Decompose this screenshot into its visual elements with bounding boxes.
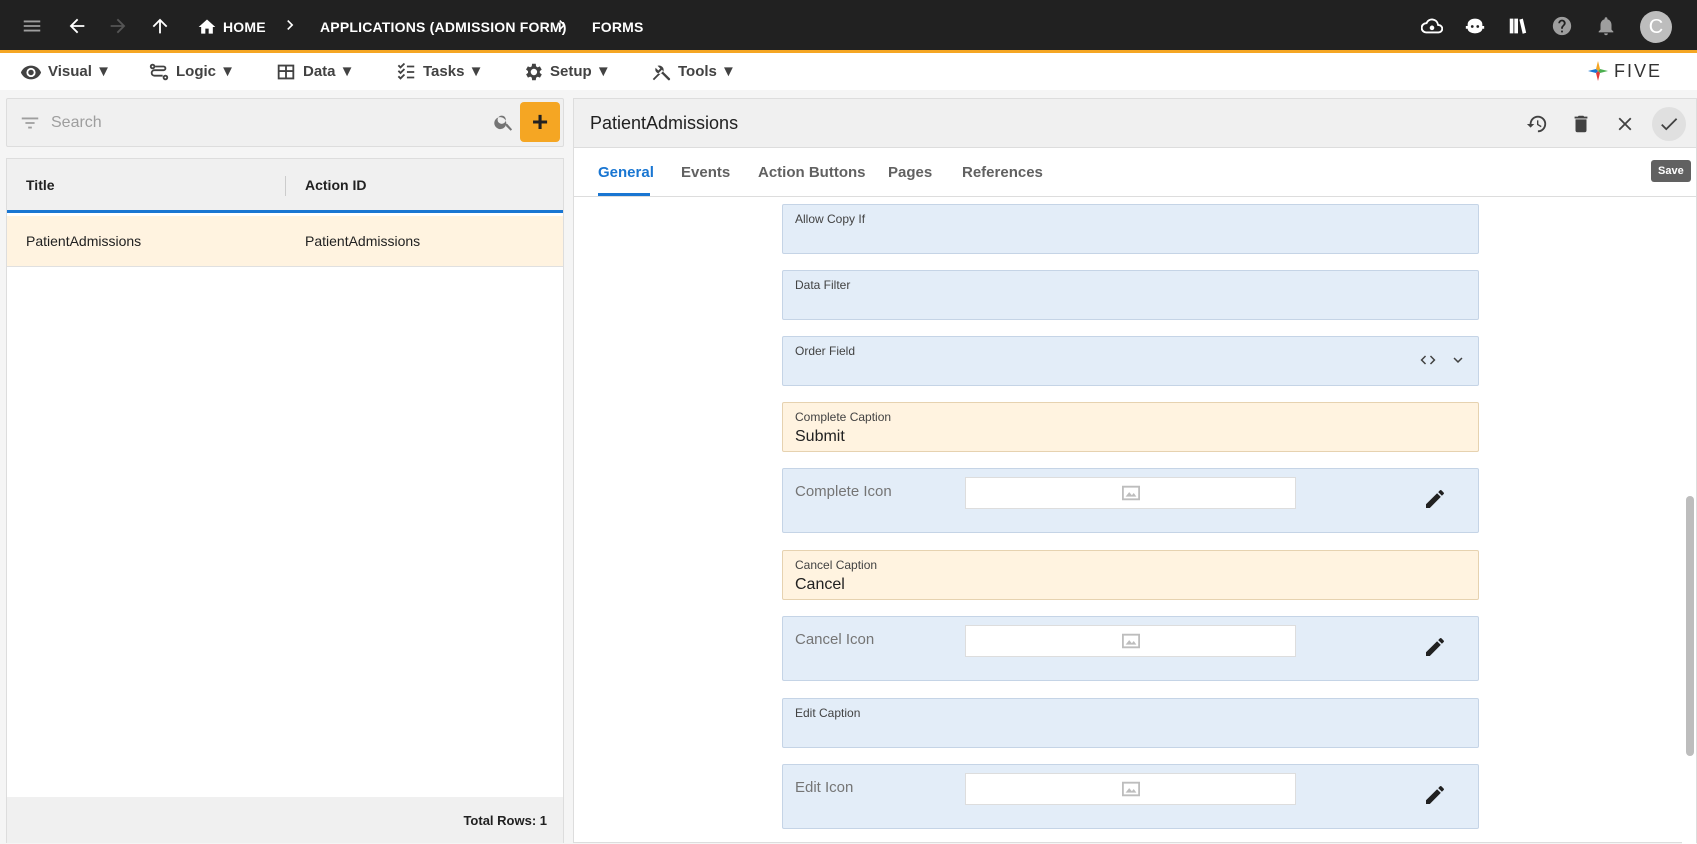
pencil-icon xyxy=(1426,638,1444,656)
tab-references[interactable]: References xyxy=(962,148,1043,197)
save-tooltip: Save xyxy=(1651,160,1691,182)
history-icon[interactable] xyxy=(1520,107,1554,141)
detail-title: PatientAdmissions xyxy=(590,113,739,133)
chat-bot-icon[interactable] xyxy=(1455,6,1495,46)
menu-logic[interactable]: Logic ▼ xyxy=(148,53,235,90)
edit-cancel-icon-button[interactable] xyxy=(1423,635,1447,664)
cancel-icon-preview[interactable] xyxy=(965,625,1296,657)
menu-tasks[interactable]: Tasks ▼ xyxy=(395,53,483,90)
top-app-bar: HOME APPLICATIONS (ADMISSION FORM) FORMS… xyxy=(0,0,1697,53)
list-footer: Total Rows: 1 xyxy=(7,797,563,843)
edit-icon-field: Edit Icon xyxy=(782,764,1479,829)
checklist-icon xyxy=(397,62,415,80)
cancel-caption-field[interactable]: Cancel Caption Cancel xyxy=(782,550,1479,600)
edit-icon-preview[interactable] xyxy=(965,773,1296,805)
help-icon[interactable] xyxy=(1542,6,1582,46)
chevron-right-icon xyxy=(280,15,300,40)
notifications-bell-icon[interactable] xyxy=(1586,6,1626,46)
hamburger-menu-icon[interactable] xyxy=(12,6,52,46)
tab-action-buttons[interactable]: Action Buttons xyxy=(758,148,865,197)
pencil-icon xyxy=(1426,786,1444,804)
data-filter-field[interactable]: Data Filter xyxy=(782,270,1479,320)
detail-header: PatientAdmissions xyxy=(574,99,1696,148)
edit-complete-icon-button[interactable] xyxy=(1423,487,1447,516)
back-arrow-icon[interactable] xyxy=(57,6,97,46)
vertical-scrollbar[interactable] xyxy=(1682,198,1696,844)
cell-title: PatientAdmissions xyxy=(26,233,142,249)
save-button[interactable] xyxy=(1652,107,1686,141)
tab-events[interactable]: Events xyxy=(681,148,730,197)
menu-tools[interactable]: Tools ▼ xyxy=(650,53,736,90)
delete-icon[interactable] xyxy=(1564,107,1598,141)
allow-copy-if-field[interactable]: Allow Copy If xyxy=(782,204,1479,254)
code-icon[interactable] xyxy=(1419,351,1437,369)
add-record-button[interactable]: + xyxy=(520,102,560,142)
breadcrumb-applications[interactable]: APPLICATIONS (ADMISSION FORM) xyxy=(320,0,567,53)
image-placeholder-icon xyxy=(1121,633,1140,649)
edit-edit-icon-button[interactable] xyxy=(1423,783,1447,812)
list-header: Title Action ID xyxy=(7,159,563,213)
route-icon xyxy=(149,63,169,80)
scrollbar-thumb[interactable] xyxy=(1686,496,1694,756)
cancel-icon-field: Cancel Icon xyxy=(782,616,1479,681)
main-menu-bar: Visual ▼ Logic ▼ Data ▼ Tasks ▼ Setup ▼ … xyxy=(0,53,1697,90)
tab-general[interactable]: General xyxy=(598,148,654,197)
form-content: Allow Copy If Data Filter Order Field Co… xyxy=(574,198,1682,844)
tab-pages[interactable]: Pages xyxy=(888,148,932,197)
record-list: Title Action ID PatientAdmissions Patien… xyxy=(6,158,564,843)
breadcrumb-forms[interactable]: FORMS xyxy=(592,0,644,53)
search-icon[interactable] xyxy=(493,111,515,138)
table-row[interactable]: PatientAdmissions PatientAdmissions xyxy=(7,216,563,267)
column-divider[interactable] xyxy=(285,176,286,196)
cloud-sync-icon[interactable] xyxy=(1412,6,1452,46)
complete-icon-preview[interactable] xyxy=(965,477,1296,509)
complete-icon-field: Complete Icon xyxy=(782,468,1479,533)
five-logo: FIVE xyxy=(1586,57,1662,85)
library-books-icon[interactable] xyxy=(1498,6,1538,46)
table-icon xyxy=(277,64,295,79)
breadcrumb-home[interactable]: HOME xyxy=(197,0,266,53)
cell-action-id: PatientAdmissions xyxy=(305,233,421,249)
forward-arrow-icon[interactable] xyxy=(98,6,138,46)
image-placeholder-icon xyxy=(1121,485,1140,501)
eye-icon xyxy=(20,65,42,79)
detail-panel: PatientAdmissions General Events Action … xyxy=(573,98,1697,844)
tools-icon xyxy=(652,65,671,80)
gear-icon xyxy=(526,63,542,80)
five-logo-mark xyxy=(1588,61,1608,81)
user-avatar[interactable]: C xyxy=(1640,11,1672,43)
column-header-title[interactable]: Title xyxy=(26,177,55,193)
home-icon xyxy=(198,19,216,34)
image-placeholder-icon xyxy=(1121,781,1140,797)
filter-icon[interactable] xyxy=(19,112,41,139)
complete-caption-field[interactable]: Complete Caption Submit xyxy=(782,402,1479,452)
menu-visual[interactable]: Visual ▼ xyxy=(20,53,111,90)
close-icon[interactable] xyxy=(1608,107,1642,141)
chevron-down-icon[interactable] xyxy=(1449,351,1467,369)
column-header-action-id[interactable]: Action ID xyxy=(305,177,366,193)
search-input[interactable] xyxy=(51,109,481,137)
pencil-icon xyxy=(1426,490,1444,508)
order-field-select[interactable]: Order Field xyxy=(782,336,1479,386)
total-rows-count: Total Rows: 1 xyxy=(463,813,547,828)
menu-data[interactable]: Data ▼ xyxy=(275,53,355,90)
search-bar xyxy=(6,98,564,147)
active-tab-indicator xyxy=(598,193,650,196)
chevron-right-icon xyxy=(552,15,572,40)
detail-tabs: General Events Action Buttons Pages Refe… xyxy=(574,148,1696,197)
menu-setup[interactable]: Setup ▼ xyxy=(522,53,611,90)
up-arrow-icon[interactable] xyxy=(140,6,180,46)
checkmark-icon xyxy=(1661,118,1678,131)
edit-caption-field[interactable]: Edit Caption xyxy=(782,698,1479,748)
